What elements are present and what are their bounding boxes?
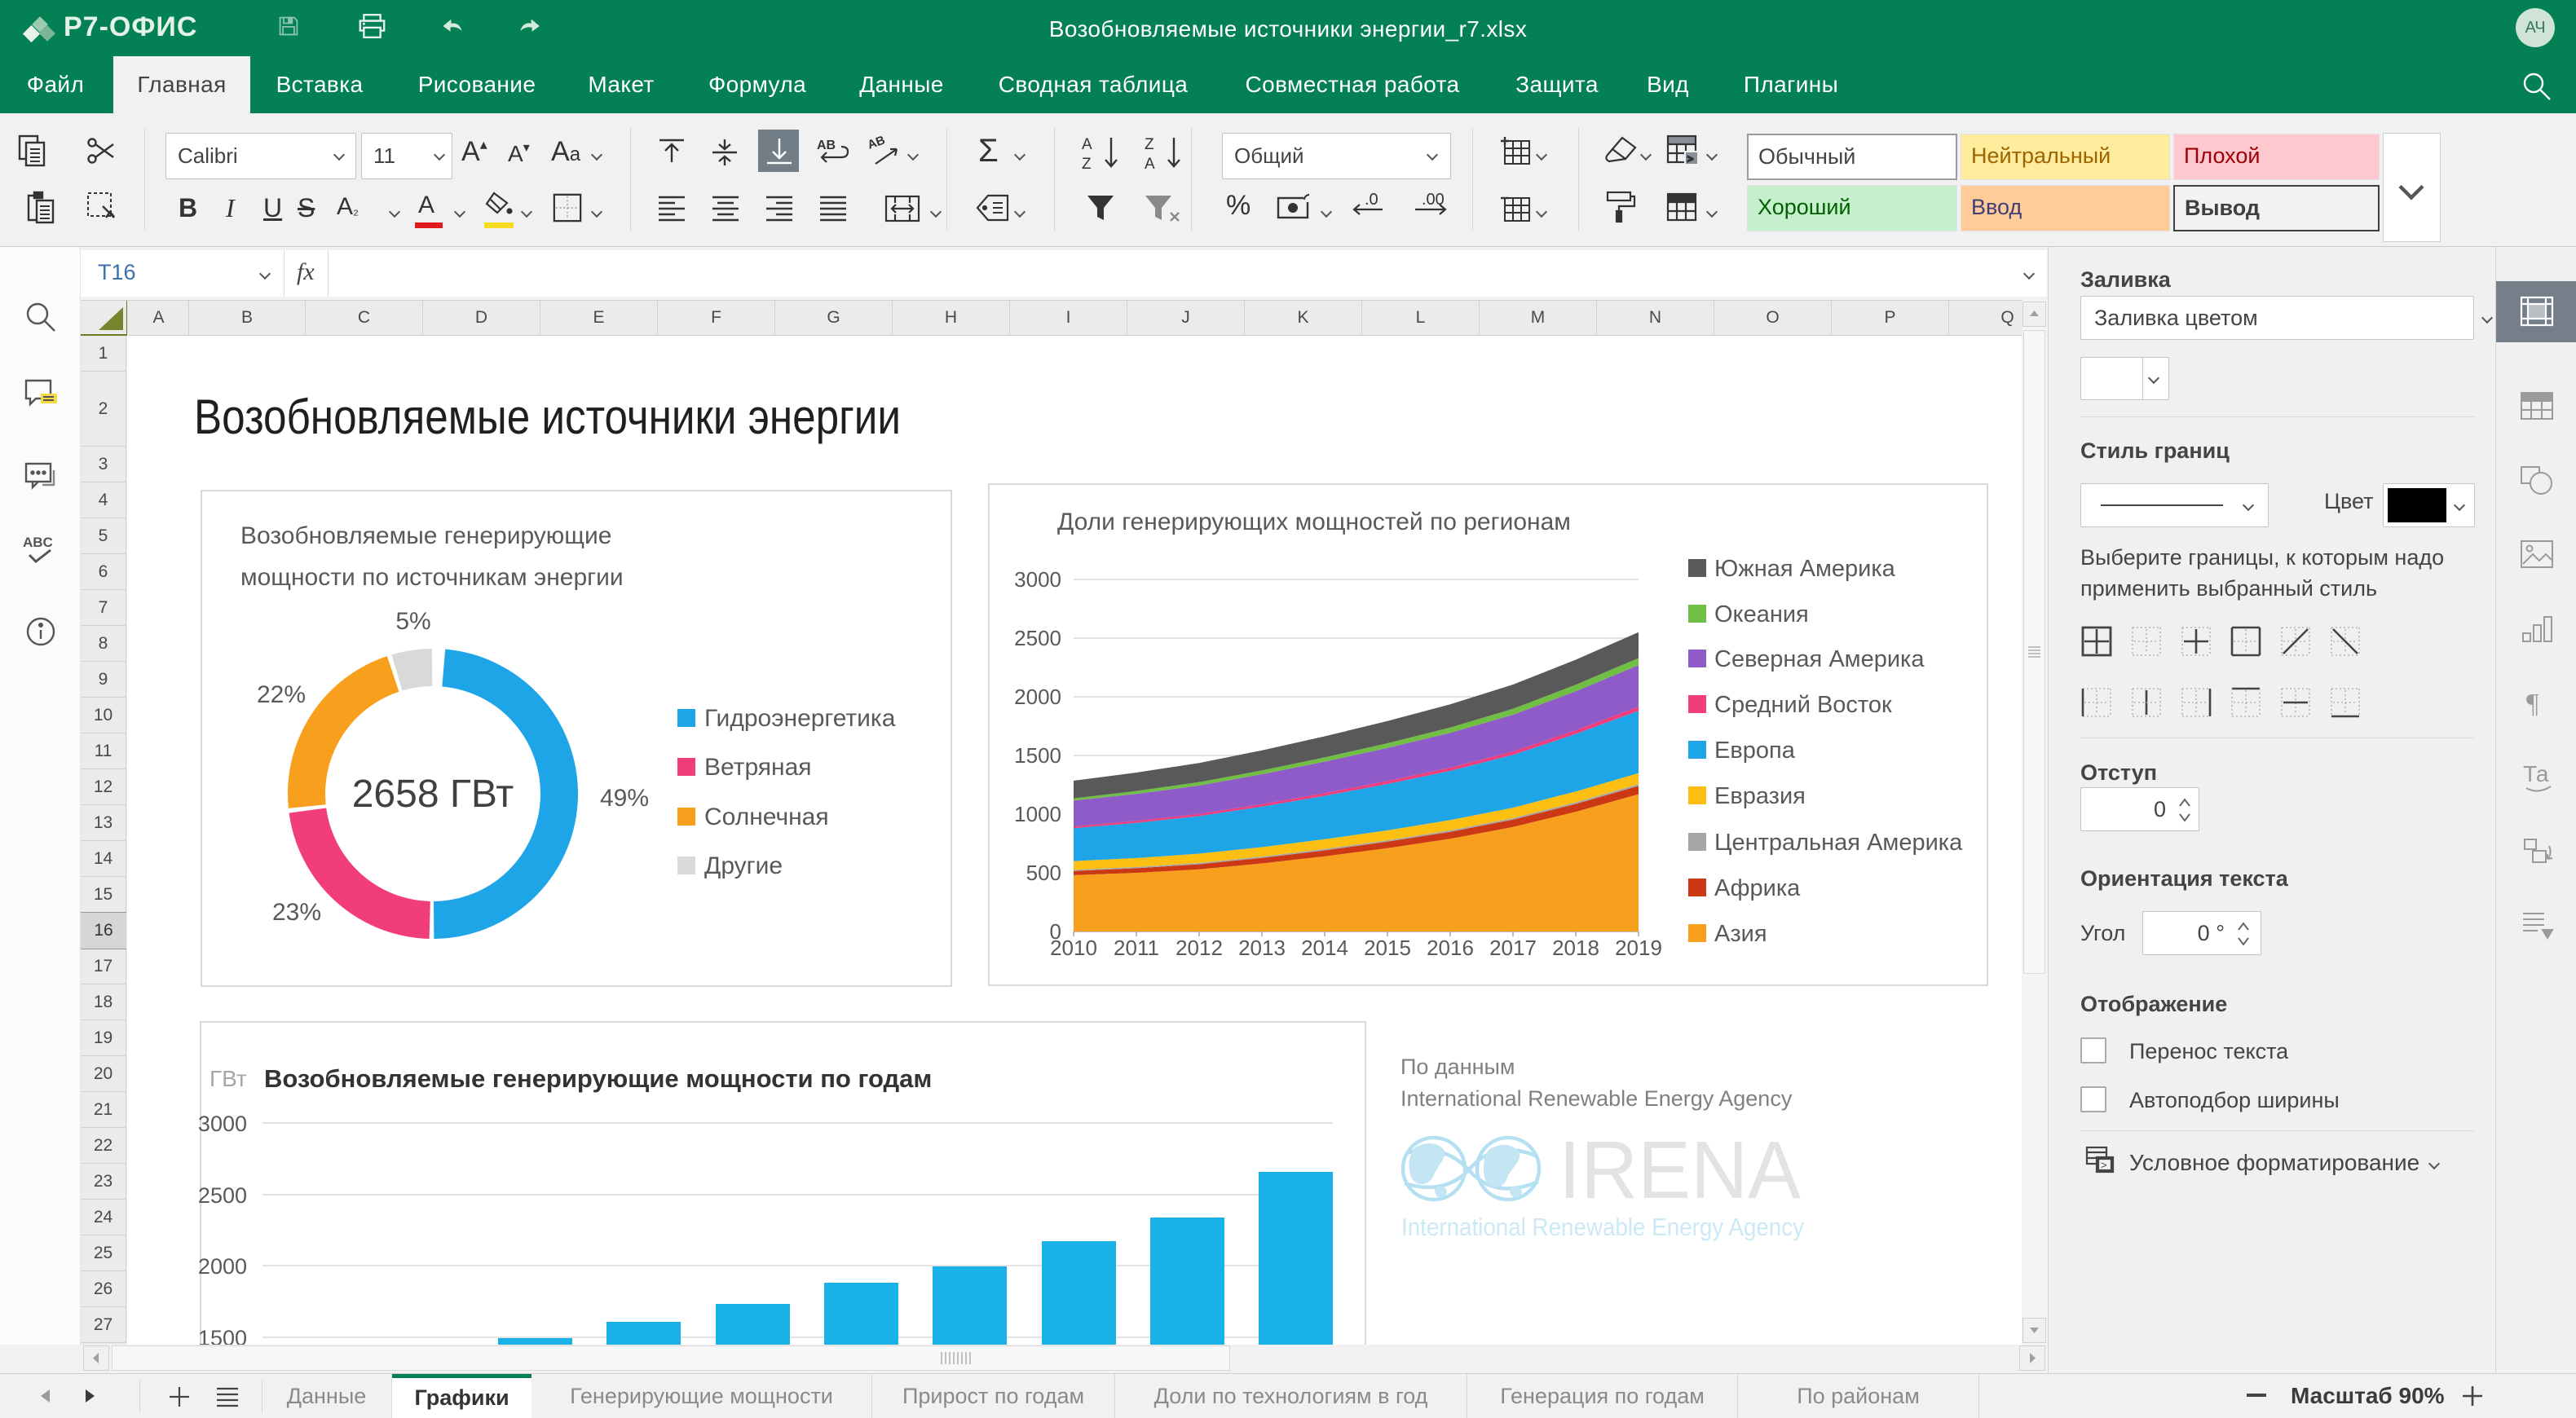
- svg-text:Z: Z: [1082, 156, 1092, 172]
- svg-text:AB: AB: [817, 139, 836, 152]
- svg-text:Та: Та: [2523, 762, 2549, 786]
- svg-text:A: A: [1082, 136, 1092, 153]
- svg-text:AB: AB: [869, 136, 887, 152]
- svg-text:ABC: ABC: [23, 535, 53, 550]
- svg-text:¶: ¶: [2526, 689, 2539, 719]
- svg-text:A: A: [1145, 156, 1155, 172]
- svg-text:>: >: [1687, 153, 1693, 165]
- svg-text:Z: Z: [1145, 136, 1154, 153]
- svg-text:.0: .0: [1365, 192, 1378, 209]
- svg-text:>: >: [2101, 1159, 2107, 1171]
